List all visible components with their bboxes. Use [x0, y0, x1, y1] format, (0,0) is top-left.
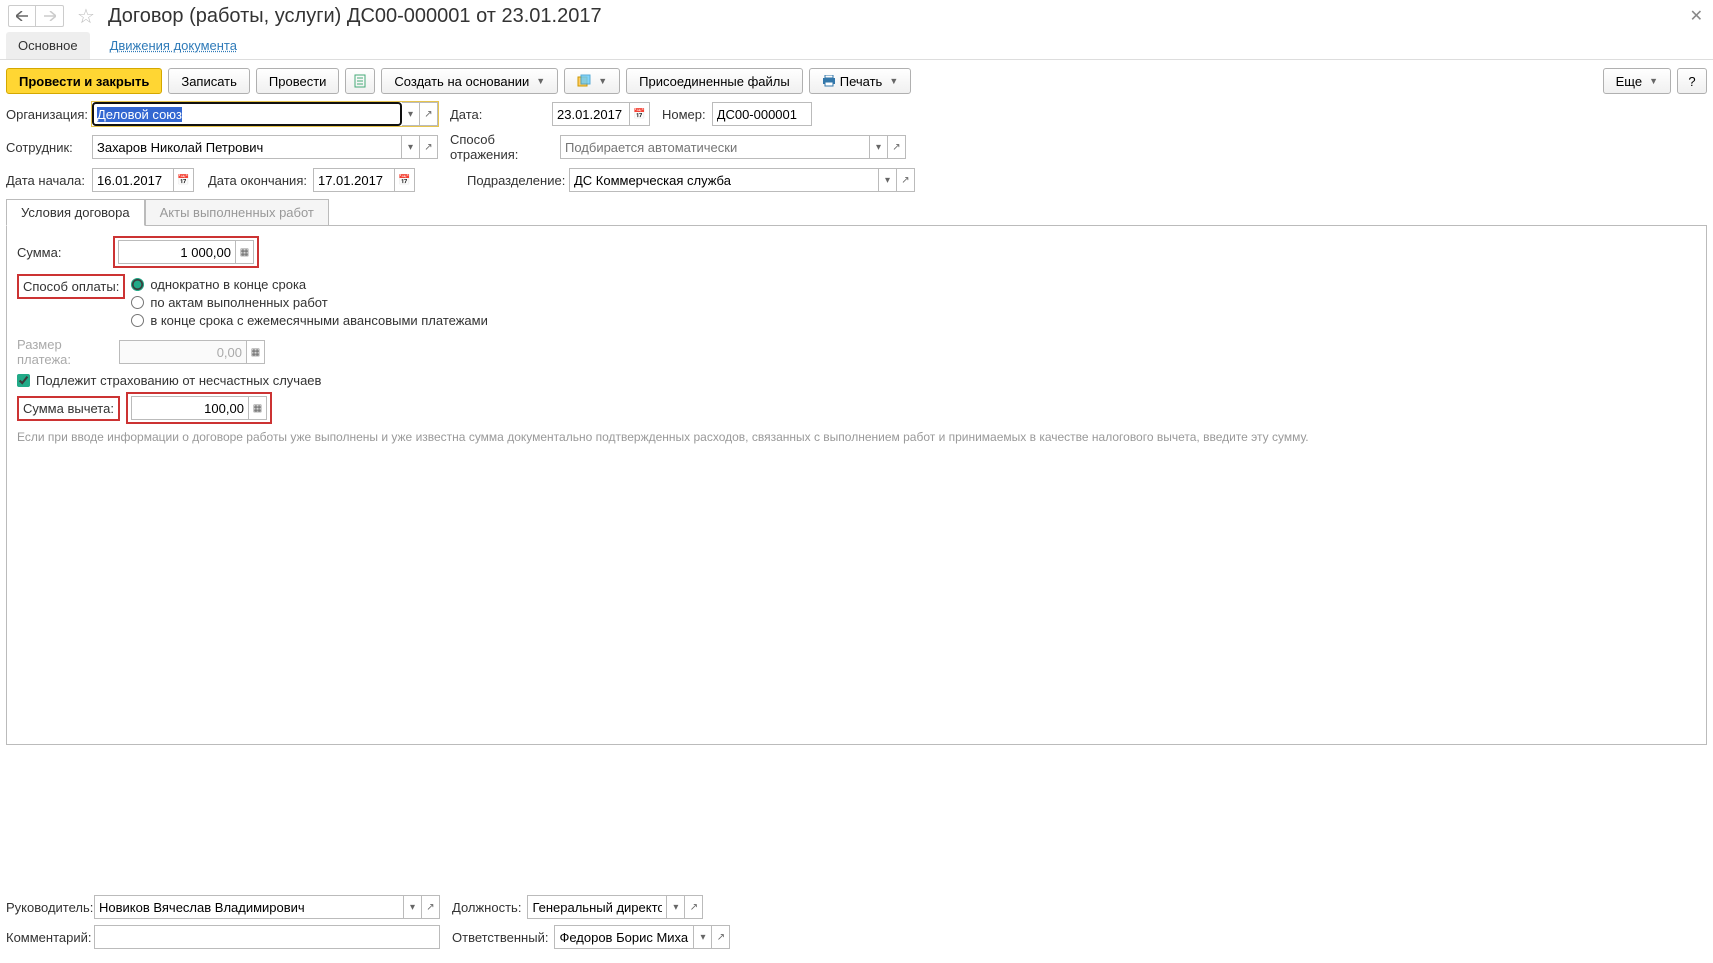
dropdown-icon[interactable]: ▾ [879, 168, 897, 192]
more-button[interactable]: Еще▼ [1603, 68, 1671, 94]
comment-input[interactable] [94, 925, 440, 949]
print-button[interactable]: Печать▼ [809, 68, 912, 94]
close-icon[interactable]: ✕ [1690, 6, 1703, 26]
pay-opt1-label: однократно в конце срока [150, 277, 306, 292]
section-tab-main[interactable]: Основное [6, 32, 90, 59]
end-date-input[interactable] [313, 168, 395, 192]
deduction-input[interactable] [131, 396, 249, 420]
chevron-down-icon: ▼ [536, 76, 545, 86]
dropdown-icon[interactable]: ▾ [402, 102, 420, 126]
tab-acts[interactable]: Акты выполненных работ [145, 199, 329, 226]
pay-opt1-radio[interactable] [131, 278, 144, 291]
back-button[interactable] [8, 5, 36, 27]
org-label: Организация: [6, 107, 86, 122]
tab-conditions[interactable]: Условия договора [6, 199, 145, 226]
post-button[interactable]: Провести [256, 68, 340, 94]
pay-opt3-label: в конце срока с ежемесячными авансовыми … [150, 313, 488, 328]
calc-icon[interactable]: ▦ [236, 240, 254, 264]
number-label: Номер: [662, 107, 706, 122]
dropdown-icon[interactable]: ▾ [667, 895, 685, 919]
calc-icon[interactable]: ▦ [249, 396, 267, 420]
chevron-down-icon: ▼ [1649, 76, 1658, 86]
pay-opt2-radio[interactable] [131, 296, 144, 309]
calendar-icon[interactable]: 📅 [174, 168, 194, 192]
deduction-label: Сумма вычета: [17, 396, 120, 421]
position-label: Должность: [452, 900, 521, 915]
date-input[interactable] [552, 102, 630, 126]
responsible-label: Ответственный: [452, 930, 548, 945]
link-icon-button[interactable]: ▼ [564, 68, 620, 94]
help-button[interactable]: ? [1677, 68, 1707, 94]
deduction-hint: Если при вводе информации о договоре раб… [17, 430, 1696, 444]
sum-input[interactable] [118, 240, 236, 264]
dropdown-icon[interactable]: ▾ [870, 135, 888, 159]
chevron-down-icon: ▼ [889, 76, 898, 86]
position-input[interactable] [527, 895, 667, 919]
attached-files-button[interactable]: Присоединенные файлы [626, 68, 803, 94]
pay-opt2-label: по актам выполненных работ [150, 295, 327, 310]
start-date-input[interactable] [92, 168, 174, 192]
dept-input[interactable] [569, 168, 879, 192]
employee-label: Сотрудник: [6, 140, 86, 155]
reflect-label: Способ отражения: [450, 132, 554, 162]
report-icon-button[interactable] [345, 68, 375, 94]
date-label: Дата: [450, 107, 546, 122]
calc-icon: ▦ [247, 340, 265, 364]
payment-size-label: Размер платежа: [17, 337, 113, 367]
open-icon[interactable]: ↗ [422, 895, 440, 919]
comment-label: Комментарий: [6, 930, 88, 945]
open-icon[interactable]: ↗ [685, 895, 703, 919]
calendar-icon[interactable]: 📅 [630, 102, 650, 126]
pay-method-label: Способ оплаты: [17, 274, 125, 299]
sum-label: Сумма: [17, 245, 107, 260]
payment-size-input [119, 340, 247, 364]
responsible-input[interactable] [554, 925, 694, 949]
reflect-input[interactable] [560, 135, 870, 159]
page-title: Договор (работы, услуги) ДС00-000001 от … [108, 5, 602, 28]
insurance-checkbox[interactable] [17, 374, 30, 387]
printer-icon [822, 75, 836, 87]
insurance-label: Подлежит страхованию от несчастных случа… [36, 373, 321, 388]
manager-label: Руководитель: [6, 900, 88, 915]
forward-button[interactable] [36, 5, 64, 27]
start-date-label: Дата начала: [6, 173, 86, 188]
number-input[interactable] [712, 102, 812, 126]
employee-input[interactable] [92, 135, 402, 159]
dropdown-icon[interactable]: ▾ [404, 895, 422, 919]
create-based-button[interactable]: Создать на основании▼ [381, 68, 558, 94]
dept-label: Подразделение: [467, 173, 563, 188]
org-input[interactable] [92, 102, 402, 126]
section-tab-movements[interactable]: Движения документа [98, 32, 249, 59]
open-icon[interactable]: ↗ [712, 925, 730, 949]
open-icon[interactable]: ↗ [888, 135, 906, 159]
favorite-star-icon[interactable]: ☆ [74, 4, 98, 28]
calendar-icon[interactable]: 📅 [395, 168, 415, 192]
end-date-label: Дата окончания: [208, 173, 307, 188]
dropdown-icon[interactable]: ▾ [694, 925, 712, 949]
open-icon[interactable]: ↗ [420, 135, 438, 159]
manager-input[interactable] [94, 895, 404, 919]
dropdown-icon[interactable]: ▾ [402, 135, 420, 159]
pay-opt3-radio[interactable] [131, 314, 144, 327]
open-icon[interactable]: ↗ [897, 168, 915, 192]
post-and-close-button[interactable]: Провести и закрыть [6, 68, 162, 94]
save-button[interactable]: Записать [168, 68, 250, 94]
open-icon[interactable]: ↗ [420, 102, 438, 126]
chevron-down-icon: ▼ [598, 76, 607, 86]
